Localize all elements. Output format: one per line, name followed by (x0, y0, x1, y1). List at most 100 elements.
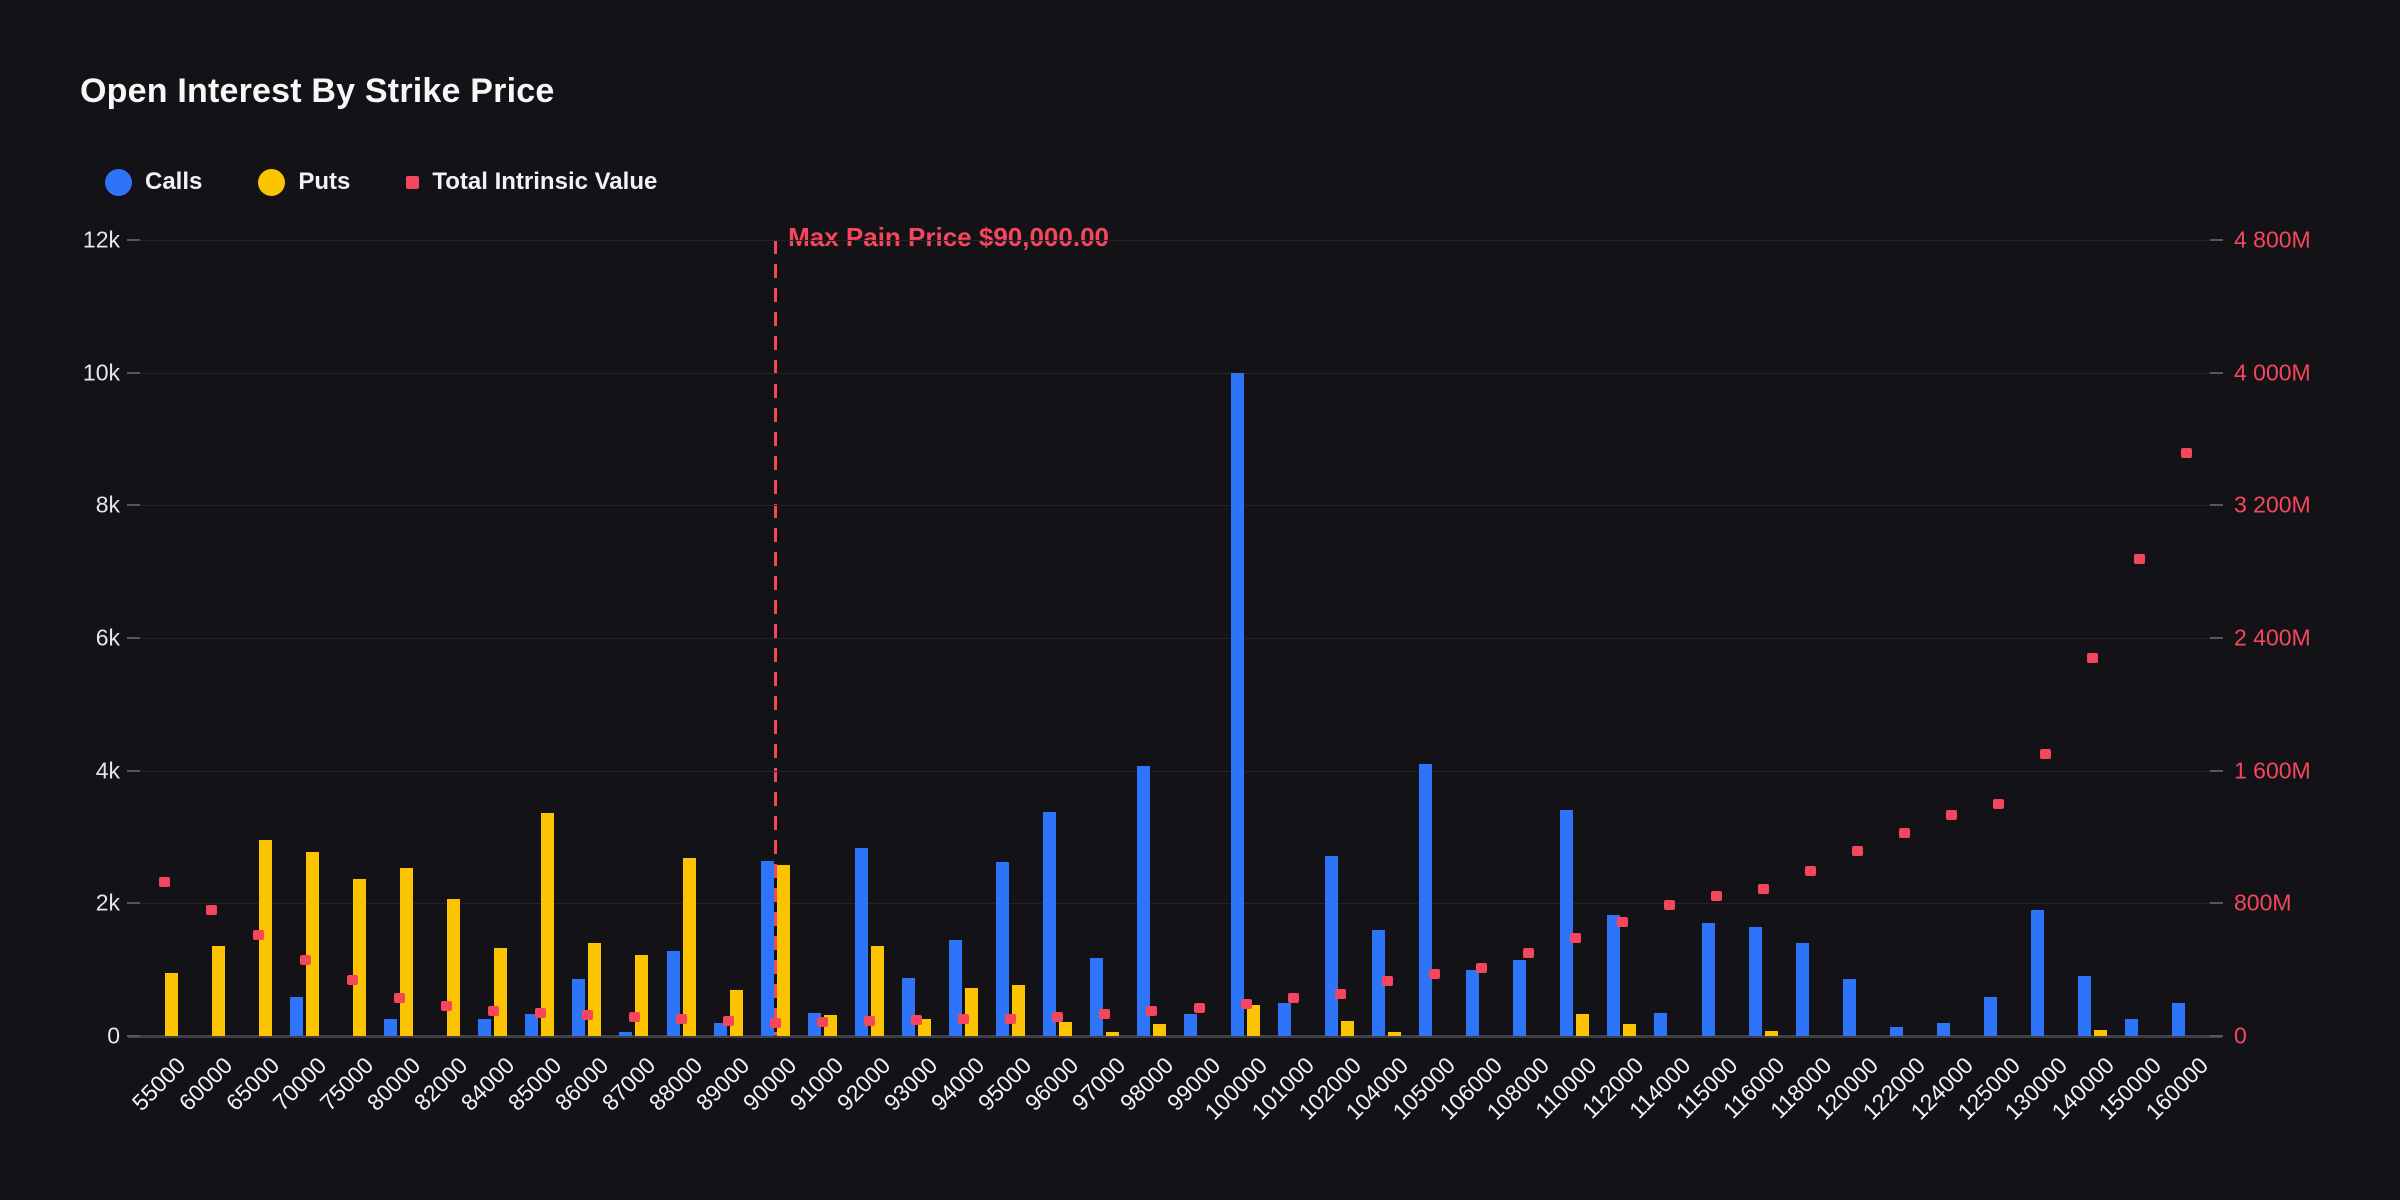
dot-intrinsic-91000[interactable] (817, 1017, 828, 1027)
dot-intrinsic-95000[interactable] (1005, 1014, 1016, 1024)
bar-puts-112000[interactable] (1623, 1024, 1636, 1036)
dot-intrinsic-106000[interactable] (1476, 963, 1487, 973)
dot-intrinsic-60000[interactable] (206, 905, 217, 915)
bar-puts-70000[interactable] (306, 852, 319, 1036)
bar-calls-140000[interactable] (2078, 976, 2091, 1036)
dot-intrinsic-86000[interactable] (582, 1010, 593, 1020)
dot-intrinsic-55000[interactable] (159, 877, 170, 887)
bar-puts-102000[interactable] (1341, 1021, 1354, 1036)
dot-intrinsic-93000[interactable] (911, 1015, 922, 1025)
bar-calls-93000[interactable] (902, 978, 915, 1036)
bar-calls-106000[interactable] (1466, 970, 1479, 1036)
bar-puts-88000[interactable] (683, 858, 696, 1036)
bar-calls-120000[interactable] (1843, 979, 1856, 1036)
dot-intrinsic-130000[interactable] (2040, 749, 2051, 759)
bar-puts-55000[interactable] (165, 973, 178, 1036)
bar-puts-80000[interactable] (400, 868, 413, 1036)
dot-intrinsic-104000[interactable] (1382, 976, 1393, 986)
bar-puts-90000[interactable] (777, 865, 790, 1036)
dot-intrinsic-116000[interactable] (1758, 884, 1769, 894)
bar-puts-85000[interactable] (541, 813, 554, 1036)
dot-intrinsic-94000[interactable] (958, 1014, 969, 1024)
dot-intrinsic-160000[interactable] (2181, 448, 2192, 458)
dot-intrinsic-110000[interactable] (1570, 933, 1581, 943)
bar-calls-116000[interactable] (1749, 927, 1762, 1036)
dot-intrinsic-150000[interactable] (2134, 554, 2145, 564)
dot-intrinsic-99000[interactable] (1194, 1003, 1205, 1013)
bar-calls-101000[interactable] (1278, 1003, 1291, 1036)
bar-calls-110000[interactable] (1560, 810, 1573, 1036)
dot-intrinsic-89000[interactable] (723, 1016, 734, 1026)
bar-calls-97000[interactable] (1090, 958, 1103, 1036)
dot-intrinsic-112000[interactable] (1617, 917, 1628, 927)
bar-calls-80000[interactable] (384, 1019, 397, 1036)
dot-intrinsic-125000[interactable] (1993, 799, 2004, 809)
dot-intrinsic-97000[interactable] (1099, 1009, 1110, 1019)
bar-puts-86000[interactable] (588, 943, 601, 1036)
bar-calls-122000[interactable] (1890, 1027, 1903, 1036)
bar-calls-115000[interactable] (1702, 923, 1715, 1036)
bar-calls-105000[interactable] (1419, 764, 1432, 1036)
dot-intrinsic-70000[interactable] (300, 955, 311, 965)
bar-calls-108000[interactable] (1513, 960, 1526, 1036)
dot-intrinsic-114000[interactable] (1664, 900, 1675, 910)
bar-calls-90000[interactable] (761, 861, 774, 1036)
bar-calls-86000[interactable] (572, 979, 585, 1036)
bar-calls-160000[interactable] (2172, 1003, 2185, 1036)
bar-calls-124000[interactable] (1937, 1023, 1950, 1036)
bar-puts-89000[interactable] (730, 990, 743, 1036)
bar-calls-70000[interactable] (290, 997, 303, 1036)
bar-calls-99000[interactable] (1184, 1014, 1197, 1036)
bar-calls-100000[interactable] (1231, 373, 1244, 1036)
dot-intrinsic-65000[interactable] (253, 930, 264, 940)
dot-intrinsic-85000[interactable] (535, 1008, 546, 1018)
dot-intrinsic-96000[interactable] (1052, 1012, 1063, 1022)
dot-intrinsic-88000[interactable] (676, 1014, 687, 1024)
bar-puts-75000[interactable] (353, 879, 366, 1036)
bar-calls-125000[interactable] (1984, 997, 1997, 1036)
bar-calls-95000[interactable] (996, 862, 1009, 1036)
bar-puts-84000[interactable] (494, 948, 507, 1036)
dot-intrinsic-120000[interactable] (1852, 846, 1863, 856)
bar-calls-118000[interactable] (1796, 943, 1809, 1036)
bar-calls-84000[interactable] (478, 1019, 491, 1036)
bar-puts-110000[interactable] (1576, 1014, 1589, 1036)
dot-intrinsic-84000[interactable] (488, 1006, 499, 1016)
dot-intrinsic-105000[interactable] (1429, 969, 1440, 979)
dot-intrinsic-124000[interactable] (1946, 810, 1957, 820)
bar-puts-87000[interactable] (635, 955, 648, 1036)
dot-intrinsic-82000[interactable] (441, 1001, 452, 1011)
bar-calls-130000[interactable] (2031, 910, 2044, 1036)
dot-intrinsic-98000[interactable] (1146, 1006, 1157, 1016)
dot-intrinsic-118000[interactable] (1805, 866, 1816, 876)
bar-calls-112000[interactable] (1607, 915, 1620, 1036)
bar-puts-97000[interactable] (1106, 1032, 1119, 1036)
bar-calls-87000[interactable] (619, 1032, 632, 1036)
dot-intrinsic-100000[interactable] (1241, 999, 1252, 1009)
bar-calls-114000[interactable] (1654, 1013, 1667, 1036)
bar-puts-116000[interactable] (1765, 1031, 1778, 1036)
dot-intrinsic-108000[interactable] (1523, 948, 1534, 958)
bar-puts-95000[interactable] (1012, 985, 1025, 1036)
dot-intrinsic-140000[interactable] (2087, 653, 2098, 663)
bar-puts-98000[interactable] (1153, 1024, 1166, 1036)
bar-puts-140000[interactable] (2094, 1030, 2107, 1036)
bar-calls-92000[interactable] (855, 848, 868, 1036)
dot-intrinsic-115000[interactable] (1711, 891, 1722, 901)
dot-intrinsic-75000[interactable] (347, 975, 358, 985)
dot-intrinsic-101000[interactable] (1288, 993, 1299, 1003)
bar-calls-98000[interactable] (1137, 766, 1150, 1036)
bar-puts-100000[interactable] (1247, 1005, 1260, 1036)
bar-calls-102000[interactable] (1325, 856, 1338, 1036)
bar-calls-96000[interactable] (1043, 812, 1056, 1036)
dot-intrinsic-80000[interactable] (394, 993, 405, 1003)
dot-intrinsic-87000[interactable] (629, 1012, 640, 1022)
dot-intrinsic-90000[interactable] (770, 1018, 781, 1028)
dot-intrinsic-122000[interactable] (1899, 828, 1910, 838)
bar-puts-104000[interactable] (1388, 1032, 1401, 1036)
bar-puts-60000[interactable] (212, 946, 225, 1036)
bar-puts-82000[interactable] (447, 899, 460, 1036)
bar-puts-96000[interactable] (1059, 1022, 1072, 1036)
bar-calls-150000[interactable] (2125, 1019, 2138, 1036)
dot-intrinsic-92000[interactable] (864, 1016, 875, 1026)
